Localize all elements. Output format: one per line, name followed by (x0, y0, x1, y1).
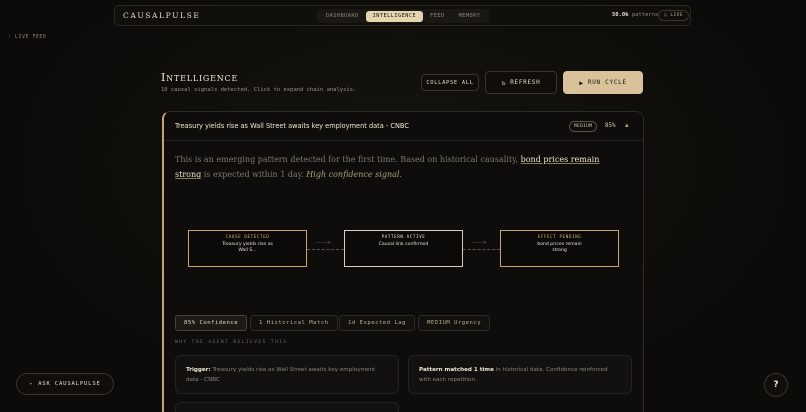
signal-dot-icon: ○ (664, 13, 668, 18)
chain-arrow: -----> (315, 240, 331, 246)
stat-confidence: 85% Confidence (175, 315, 248, 331)
tab-intelligence[interactable]: INTELLIGENCE (365, 10, 424, 22)
tab-memory[interactable]: MEMORY (452, 11, 488, 22)
live-label: LIVE (670, 13, 684, 18)
collapse-all-label: COLLAPSE ALL (426, 79, 474, 86)
confidence-percent: 85% (605, 123, 616, 129)
live-feed-link[interactable]: ‹ LIVE FEED (8, 35, 46, 40)
patterns-value: 50.0k (612, 12, 629, 18)
chain-node-text: Treasury yields rise as Wall S... (222, 242, 273, 253)
brand-logo[interactable]: CAUSALPULSE (123, 11, 200, 20)
tab-dashboard[interactable]: DASHBOARD (319, 11, 366, 22)
signal-narrative: This is an emerging pattern detected for… (175, 152, 615, 182)
play-icon: ▶ (579, 78, 584, 87)
patterns-count: 50.0k patterns (612, 12, 658, 18)
chain-node-effect: EFFECT PENDING bond prices remain strong (500, 230, 619, 267)
patterns-label: patterns (631, 12, 659, 18)
narrative-text-2: is expected within 1 day. (201, 170, 307, 179)
pattern-match-label: Pattern matched 1 time (419, 367, 494, 373)
narrative-text-1: This is an emerging pattern detected for… (175, 155, 521, 164)
urgency-badge: MEDIUM (569, 121, 598, 132)
live-feed-label: LIVE FEED (15, 35, 47, 40)
reason-pattern-card: Pattern matched 1 time in historical dat… (408, 355, 632, 394)
signal-title: Treasury yields rise as Wall Street awai… (175, 122, 409, 130)
chain-arrow: -----> (471, 240, 487, 246)
chain-node-header: CAUSE DETECTED (225, 234, 270, 239)
stat-urgency: MEDIUM Urgency (418, 315, 491, 331)
chain-connector (463, 249, 500, 250)
page-title: Intelligence (161, 71, 239, 84)
run-cycle-button[interactable]: ▶ RUN CYCLE (563, 71, 643, 94)
top-nav: CAUSALPULSE DASHBOARD INTELLIGENCE FEED … (114, 5, 691, 26)
reason-card (175, 402, 399, 412)
refresh-button[interactable]: ↻ REFRESH (485, 71, 557, 94)
ask-causalpulse-button[interactable]: ✦ ASK CAUSALPULSE (16, 373, 114, 395)
reason-trigger-card: Trigger: Treasury yields rise as Wall St… (175, 355, 399, 394)
signal-card: Treasury yields rise as Wall Street awai… (162, 111, 644, 412)
chevron-up-icon[interactable]: ▴ (625, 121, 629, 129)
stat-expected-lag: 1d Expected Lag (339, 315, 416, 331)
ask-label: ASK CAUSALPULSE (38, 381, 101, 387)
trigger-label: Trigger: (186, 367, 211, 373)
live-status-badge[interactable]: ○ LIVE (658, 10, 690, 21)
chain-connector (307, 249, 344, 250)
chevron-left-icon: ‹ (8, 35, 12, 40)
refresh-icon: ↻ (501, 78, 507, 87)
chain-node-cause: CAUSE DETECTED Treasury yields rise as W… (188, 230, 307, 267)
help-button[interactable]: ? (764, 373, 788, 397)
page-subtitle: 10 causal signals detected. Click to exp… (161, 87, 357, 93)
signal-card-header[interactable]: Treasury yields rise as Wall Street awai… (164, 112, 643, 141)
run-cycle-label: RUN CYCLE (587, 79, 627, 86)
collapse-all-button[interactable]: COLLAPSE ALL (421, 74, 479, 91)
confidence-note: High confidence signal. (306, 170, 402, 179)
chain-node-text: bond prices remain strong (537, 242, 582, 253)
chain-node-header: EFFECT PENDING (537, 234, 582, 239)
refresh-label: REFRESH (510, 79, 541, 86)
chain-node-header: PATTERN ACTIVE (381, 234, 426, 239)
stat-historical-match: 1 Historical Match (250, 315, 338, 331)
sparkle-icon: ✦ (29, 381, 34, 387)
trigger-text: Treasury yields rise as Wall Street awai… (186, 367, 376, 383)
nav-tabs: DASHBOARD INTELLIGENCE FEED MEMORY (317, 9, 490, 23)
why-heading: WHY THE AGENT BELIEVES THIS (175, 340, 288, 345)
chain-node-pattern: PATTERN ACTIVE Causal link confirmed (344, 230, 463, 267)
tab-feed[interactable]: FEED (423, 11, 452, 22)
chain-node-text: Causal link confirmed (378, 242, 429, 247)
